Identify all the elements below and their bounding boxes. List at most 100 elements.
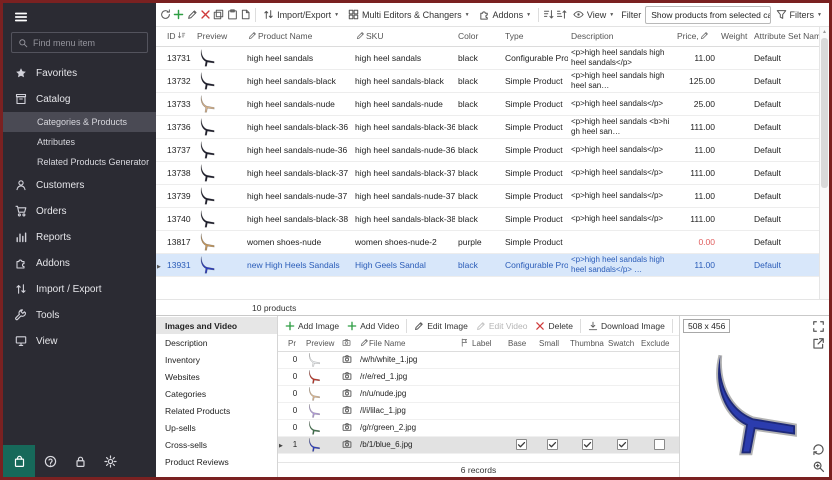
image-row[interactable]: 0/w/h/white_1.jpg [278,351,679,368]
table-row[interactable]: 13740high heel sandals-black-38high heel… [156,207,819,230]
tab-description[interactable]: Description [156,334,277,351]
table-row[interactable]: 13732high heel sandals-blackhigh heel sa… [156,69,819,92]
table-row[interactable]: 13738high heel sandals-black-37high heel… [156,161,819,184]
sidebar-item-view[interactable]: View [3,328,156,354]
sidebar-item-addons[interactable]: Addons [3,250,156,276]
sidebar-item-customers[interactable]: Customers [3,172,156,198]
image-row[interactable]: 0/l/i/lilac_1.jpg [278,402,679,419]
fullscreen-icon[interactable] [812,320,825,333]
tab-product-reviews[interactable]: Product Reviews [156,453,277,470]
help-button[interactable] [35,445,65,477]
add-product-button[interactable] [172,6,184,24]
column-header-sku[interactable]: SKU [352,27,455,46]
import-export-menu[interactable]: Import/Export [259,5,343,25]
edit-image-button[interactable]: Edit Image [411,321,471,331]
table-row[interactable]: 13733high heel sandals-nudehigh heel san… [156,92,819,115]
base-checkbox[interactable] [516,439,527,450]
column-header-attribute-set[interactable]: Attribute Set Name [751,27,819,46]
table-row[interactable]: 13739high heel sandals-nude-37high heel … [156,184,819,207]
sidebar-search[interactable] [11,32,148,53]
refresh-button[interactable] [159,6,171,24]
settings-button[interactable] [95,445,125,477]
paste-button[interactable] [226,6,238,24]
sidebar-subitem-related-products-generator[interactable]: Related Products Generator [3,152,156,172]
download-image-button[interactable]: Download Image [585,321,668,331]
tab-related-products[interactable]: Related Products [156,402,277,419]
sidebar-item-favorites[interactable]: Favorites [3,60,156,86]
lock-button[interactable] [65,445,95,477]
tab-images-and-video[interactable]: Images and Video [156,317,277,334]
delete-product-button[interactable] [199,6,211,24]
tab-categories[interactable]: Categories [156,385,277,402]
document-button[interactable] [240,6,252,24]
column-header-thumbnail[interactable]: Thumbna [568,336,606,351]
table-row[interactable]: 13737high heel sandals-nude-36high heel … [156,138,819,161]
sort-desc-button[interactable] [555,6,567,24]
add-image-button[interactable]: Add Image [282,321,342,331]
column-header-exclude[interactable]: Exclude [639,336,679,351]
delete-image-button[interactable]: Delete [532,321,576,331]
column-header-description[interactable]: Description [568,27,674,46]
table-row[interactable]: 13931new High Heels SandalsHigh Geels Sa… [156,253,819,276]
zoom-icon[interactable] [812,460,825,473]
thumbnail-checkbox[interactable] [582,439,593,450]
column-header-file-name[interactable]: File Name [358,336,458,351]
column-header-color[interactable]: Color [455,27,502,46]
filters-button[interactable]: Filters [772,5,826,25]
category-filter-select[interactable]: Show products from selected categories [645,6,770,24]
tab-inventory[interactable]: Inventory [156,351,277,368]
edit-product-button[interactable] [186,6,198,24]
small-checkbox[interactable] [547,439,558,450]
column-header-swatch[interactable]: Swatch [606,336,639,351]
tab-cross-sells[interactable]: Cross-sells [156,436,277,453]
table-row[interactable]: 13817women shoes-nudewomen shoes-nude-2p… [156,230,819,253]
column-header-position[interactable]: Pr [286,336,304,351]
image-file-name: /n/u/nude.jpg [358,385,458,402]
column-header-label[interactable]: Label [470,336,506,351]
column-header-product-name[interactable]: Product Name [244,27,352,46]
swatch-checkbox[interactable] [617,439,628,450]
add-video-button[interactable]: Add Video [344,321,402,331]
column-header-image-preview[interactable]: Preview [304,336,340,351]
sidebar-item-tools[interactable]: Tools [3,302,156,328]
sidebar-subitem-attributes[interactable]: Attributes [3,132,156,152]
vertical-scrollbar[interactable] [819,27,829,299]
store-button[interactable] [3,445,35,477]
copy-button[interactable] [213,6,225,24]
product-name: high heel sandals-black-37 [244,161,352,184]
image-row[interactable]: 1/b/1/blue_6.jpg [278,436,679,453]
scrollbar-thumb[interactable] [821,38,828,188]
column-header-type[interactable]: Type [502,27,568,46]
image-row[interactable]: 0/g/r/green_2.jpg [278,419,679,436]
addons-menu[interactable]: Addons [475,5,535,25]
sidebar-item-catalog[interactable]: Catalog [3,86,156,112]
external-link-icon[interactable] [812,337,825,350]
exclude-checkbox[interactable] [654,439,665,450]
column-header-weight[interactable]: Weight [718,27,751,46]
scroll-up-arrow[interactable] [820,27,829,37]
column-header-small[interactable]: Small [537,336,568,351]
view-menu[interactable]: View [569,5,618,25]
table-row[interactable]: 13736high heel sandals-black-36high heel… [156,115,819,138]
column-header-price[interactable]: Price, [674,27,718,46]
column-header-base[interactable]: Base [506,336,537,351]
column-header-flag[interactable] [458,336,470,351]
sidebar-search-input[interactable] [33,38,141,48]
sidebar-item-import-export[interactable]: Import / Export [3,276,156,302]
multi-editors-menu[interactable]: Multi Editors & Changers [344,5,474,25]
column-header-preview[interactable]: Preview [194,27,244,46]
sidebar-item-reports[interactable]: Reports [3,224,156,250]
filters-label: Filters [790,10,815,20]
sort-asc-button[interactable] [542,6,554,24]
rotate-icon[interactable] [812,443,825,456]
sidebar-item-orders[interactable]: Orders [3,198,156,224]
image-row[interactable]: 0/n/u/nude.jpg [278,385,679,402]
column-header-id[interactable]: ID [164,27,194,46]
image-row[interactable]: 0/r/e/red_1.jpg [278,368,679,385]
sidebar-subitem-categories-products[interactable]: Categories & Products [3,112,156,132]
table-row[interactable]: 13731high heel sandalshigh heel sandalsb… [156,46,819,69]
column-header-camera[interactable] [340,336,358,351]
tab-websites[interactable]: Websites [156,368,277,385]
tab-up-sells[interactable]: Up-sells [156,419,277,436]
hamburger-menu-button[interactable] [3,3,156,31]
